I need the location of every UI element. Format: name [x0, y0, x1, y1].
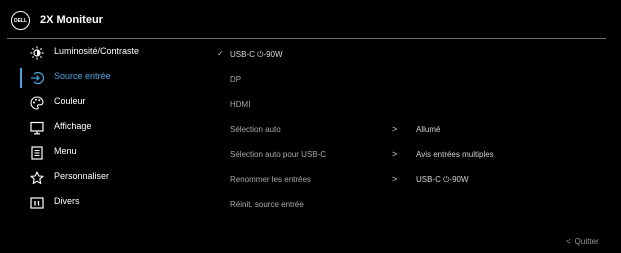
sidebar-item-label: Luminosité/Contraste — [54, 46, 140, 56]
check-icon: ✓ — [217, 49, 224, 58]
auto-select-usbc-setting[interactable]: Sélection auto pour USB-C — [230, 150, 326, 159]
dell-logo: DELL — [11, 11, 30, 30]
sidebar-item-brightness-contrast[interactable]: Luminosité/Contraste — [0, 43, 190, 63]
source-option-usbc[interactable]: USB-C ⏻-90W — [230, 50, 283, 60]
source-option-dp[interactable]: DP — [230, 75, 241, 84]
star-icon — [30, 171, 44, 185]
chevron-right-icon: > — [392, 149, 398, 159]
header-divider — [7, 38, 606, 39]
input-source-icon — [30, 71, 44, 85]
sidebar-item-menu[interactable]: Menu — [0, 143, 190, 163]
sidebar-item-label: Source entrée — [54, 71, 111, 81]
sidebar-item-label: Menu — [54, 146, 77, 156]
source-option-hdmi[interactable]: HDMI — [230, 100, 250, 109]
sidebar-item-color[interactable]: Couleur — [0, 93, 190, 113]
sidebar-item-personalize[interactable]: Personnaliser — [0, 168, 190, 188]
chevron-right-icon: > — [392, 124, 398, 134]
auto-select-value: Allumé — [416, 125, 441, 134]
sidebar-item-others[interactable]: Divers — [0, 193, 190, 213]
rename-inputs-value: USB-C ⏻-90W — [416, 175, 469, 184]
sidebar-item-input-source[interactable]: Source entrée — [0, 68, 190, 88]
brightness-icon — [30, 46, 44, 60]
title-bar: DELL 2X Moniteur — [0, 0, 621, 40]
color-palette-icon — [30, 96, 44, 110]
page-title: 2X Moniteur — [40, 14, 103, 26]
rename-inputs-setting[interactable]: Renommer les entrées — [230, 175, 311, 184]
reset-input-source-button[interactable]: Réinit. source entrée — [230, 200, 304, 209]
chevron-left-icon: < — [566, 237, 571, 246]
chevron-right-icon: > — [392, 174, 398, 184]
sidebar-item-display[interactable]: Affichage — [0, 118, 190, 138]
auto-select-setting[interactable]: Sélection auto — [230, 125, 281, 134]
sidebar-item-label: Divers — [54, 196, 80, 206]
sidebar-item-label: Couleur — [54, 96, 86, 106]
sidebar-item-label: Personnaliser — [54, 171, 110, 181]
quit-button[interactable]: < Quitter — [566, 237, 599, 246]
sidebar-item-label: Affichage — [54, 121, 92, 131]
info-icon — [30, 196, 44, 210]
auto-select-usbc-value: Avis entrées multiples — [416, 150, 494, 159]
monitor-osd: DELL 2X Moniteur Luminosité/Contraste So… — [0, 0, 621, 253]
quit-label: Quitter — [574, 237, 599, 246]
display-icon — [30, 121, 44, 135]
active-indicator — [20, 68, 22, 88]
menu-icon — [30, 146, 44, 160]
